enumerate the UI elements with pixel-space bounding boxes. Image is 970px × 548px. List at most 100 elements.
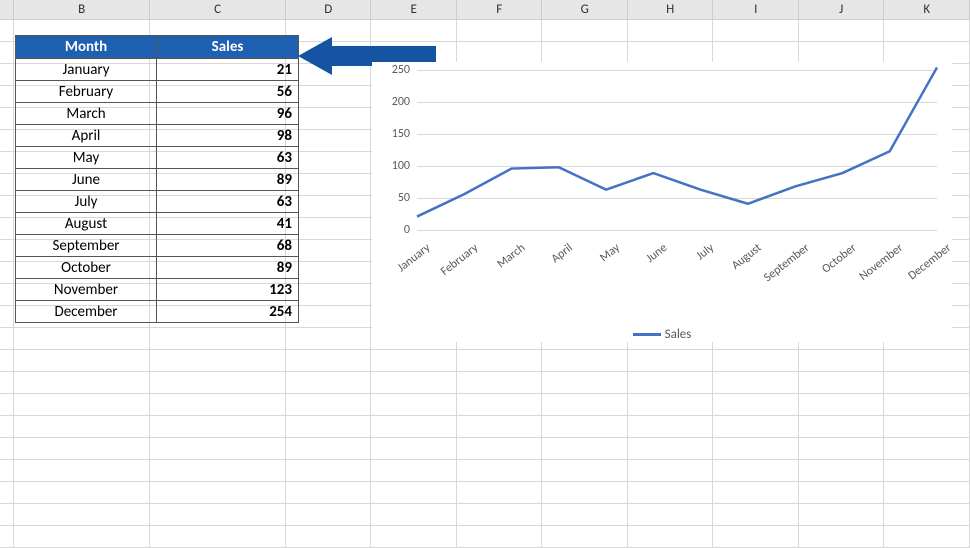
- cell[interactable]: [884, 438, 970, 460]
- cell[interactable]: [713, 526, 799, 548]
- table-cell-month[interactable]: February: [16, 80, 157, 102]
- cell[interactable]: [457, 526, 543, 548]
- cell[interactable]: [14, 460, 150, 482]
- cell[interactable]: [799, 504, 885, 526]
- table-cell-month[interactable]: November: [16, 278, 157, 300]
- table-cell-month[interactable]: July: [16, 190, 157, 212]
- table-cell-sales[interactable]: 68: [157, 234, 298, 256]
- cell[interactable]: [150, 416, 286, 438]
- table-cell-month[interactable]: June: [16, 168, 157, 190]
- cell[interactable]: [457, 350, 543, 372]
- cell[interactable]: [884, 504, 970, 526]
- cell[interactable]: [150, 504, 286, 526]
- table-cell-sales[interactable]: 123: [157, 278, 298, 300]
- table-cell-sales[interactable]: 96: [157, 102, 298, 124]
- column-header-C[interactable]: C: [150, 0, 286, 19]
- cell[interactable]: [457, 42, 543, 64]
- cell[interactable]: [542, 482, 628, 504]
- table-header-sales[interactable]: Sales: [157, 36, 298, 58]
- cell[interactable]: [457, 504, 543, 526]
- cell[interactable]: [14, 438, 150, 460]
- cell[interactable]: [542, 504, 628, 526]
- column-header-F[interactable]: F: [457, 0, 543, 19]
- cell[interactable]: [713, 504, 799, 526]
- cell[interactable]: [799, 20, 885, 42]
- column-header-J[interactable]: J: [799, 0, 885, 19]
- cell[interactable]: [628, 42, 714, 64]
- cell[interactable]: [713, 482, 799, 504]
- cell[interactable]: [286, 350, 372, 372]
- cell[interactable]: [884, 372, 970, 394]
- cell[interactable]: [542, 526, 628, 548]
- cell[interactable]: [150, 526, 286, 548]
- cell[interactable]: [542, 42, 628, 64]
- cell[interactable]: [286, 372, 372, 394]
- cell[interactable]: [713, 20, 799, 42]
- cell[interactable]: [713, 372, 799, 394]
- cell[interactable]: [286, 504, 372, 526]
- table-header-month[interactable]: Month: [16, 36, 157, 58]
- column-header-G[interactable]: G: [542, 0, 628, 19]
- cell[interactable]: [628, 526, 714, 548]
- cell[interactable]: [542, 394, 628, 416]
- cell[interactable]: [713, 460, 799, 482]
- cell[interactable]: [371, 372, 457, 394]
- cell[interactable]: [371, 482, 457, 504]
- cell[interactable]: [286, 416, 372, 438]
- cell[interactable]: [150, 372, 286, 394]
- cell[interactable]: [884, 526, 970, 548]
- cell[interactable]: [286, 482, 372, 504]
- cell[interactable]: [628, 350, 714, 372]
- cell[interactable]: [884, 20, 970, 42]
- cell[interactable]: [14, 350, 150, 372]
- cell[interactable]: [150, 394, 286, 416]
- cell[interactable]: [371, 438, 457, 460]
- table-cell-sales[interactable]: 56: [157, 80, 298, 102]
- cell[interactable]: [884, 482, 970, 504]
- cell[interactable]: [457, 416, 543, 438]
- cell[interactable]: [628, 394, 714, 416]
- cell[interactable]: [371, 526, 457, 548]
- table-cell-month[interactable]: January: [16, 58, 157, 80]
- cell[interactable]: [457, 482, 543, 504]
- cell[interactable]: [713, 350, 799, 372]
- cell[interactable]: [713, 416, 799, 438]
- cell[interactable]: [799, 526, 885, 548]
- cell[interactable]: [713, 438, 799, 460]
- cell[interactable]: [628, 438, 714, 460]
- cell[interactable]: [457, 460, 543, 482]
- cell[interactable]: [371, 394, 457, 416]
- cell[interactable]: [799, 482, 885, 504]
- cell[interactable]: [14, 372, 150, 394]
- cell[interactable]: [884, 416, 970, 438]
- cell[interactable]: [14, 504, 150, 526]
- cell[interactable]: [628, 372, 714, 394]
- cell[interactable]: [457, 20, 543, 42]
- cell[interactable]: [799, 372, 885, 394]
- table-cell-month[interactable]: September: [16, 234, 157, 256]
- cell[interactable]: [286, 394, 372, 416]
- cell[interactable]: [14, 328, 150, 350]
- cell[interactable]: [884, 350, 970, 372]
- table-cell-month[interactable]: August: [16, 212, 157, 234]
- cell[interactable]: [799, 416, 885, 438]
- cell[interactable]: [286, 438, 372, 460]
- cell[interactable]: [799, 438, 885, 460]
- cell[interactable]: [542, 460, 628, 482]
- cell[interactable]: [150, 438, 286, 460]
- table-cell-sales[interactable]: 21: [157, 58, 298, 80]
- cell[interactable]: [542, 350, 628, 372]
- sales-chart[interactable]: 050100150200250JanuaryFebruaryMarchApril…: [372, 62, 952, 342]
- cell[interactable]: [457, 438, 543, 460]
- cell[interactable]: [799, 394, 885, 416]
- cell[interactable]: [628, 482, 714, 504]
- cell[interactable]: [150, 460, 286, 482]
- table-cell-month[interactable]: May: [16, 146, 157, 168]
- column-header-D[interactable]: D: [286, 0, 372, 19]
- table-cell-month[interactable]: December: [16, 300, 157, 322]
- cell[interactable]: [371, 350, 457, 372]
- cell[interactable]: [286, 328, 372, 350]
- cell[interactable]: [371, 460, 457, 482]
- table-cell-month[interactable]: March: [16, 102, 157, 124]
- cell[interactable]: [542, 438, 628, 460]
